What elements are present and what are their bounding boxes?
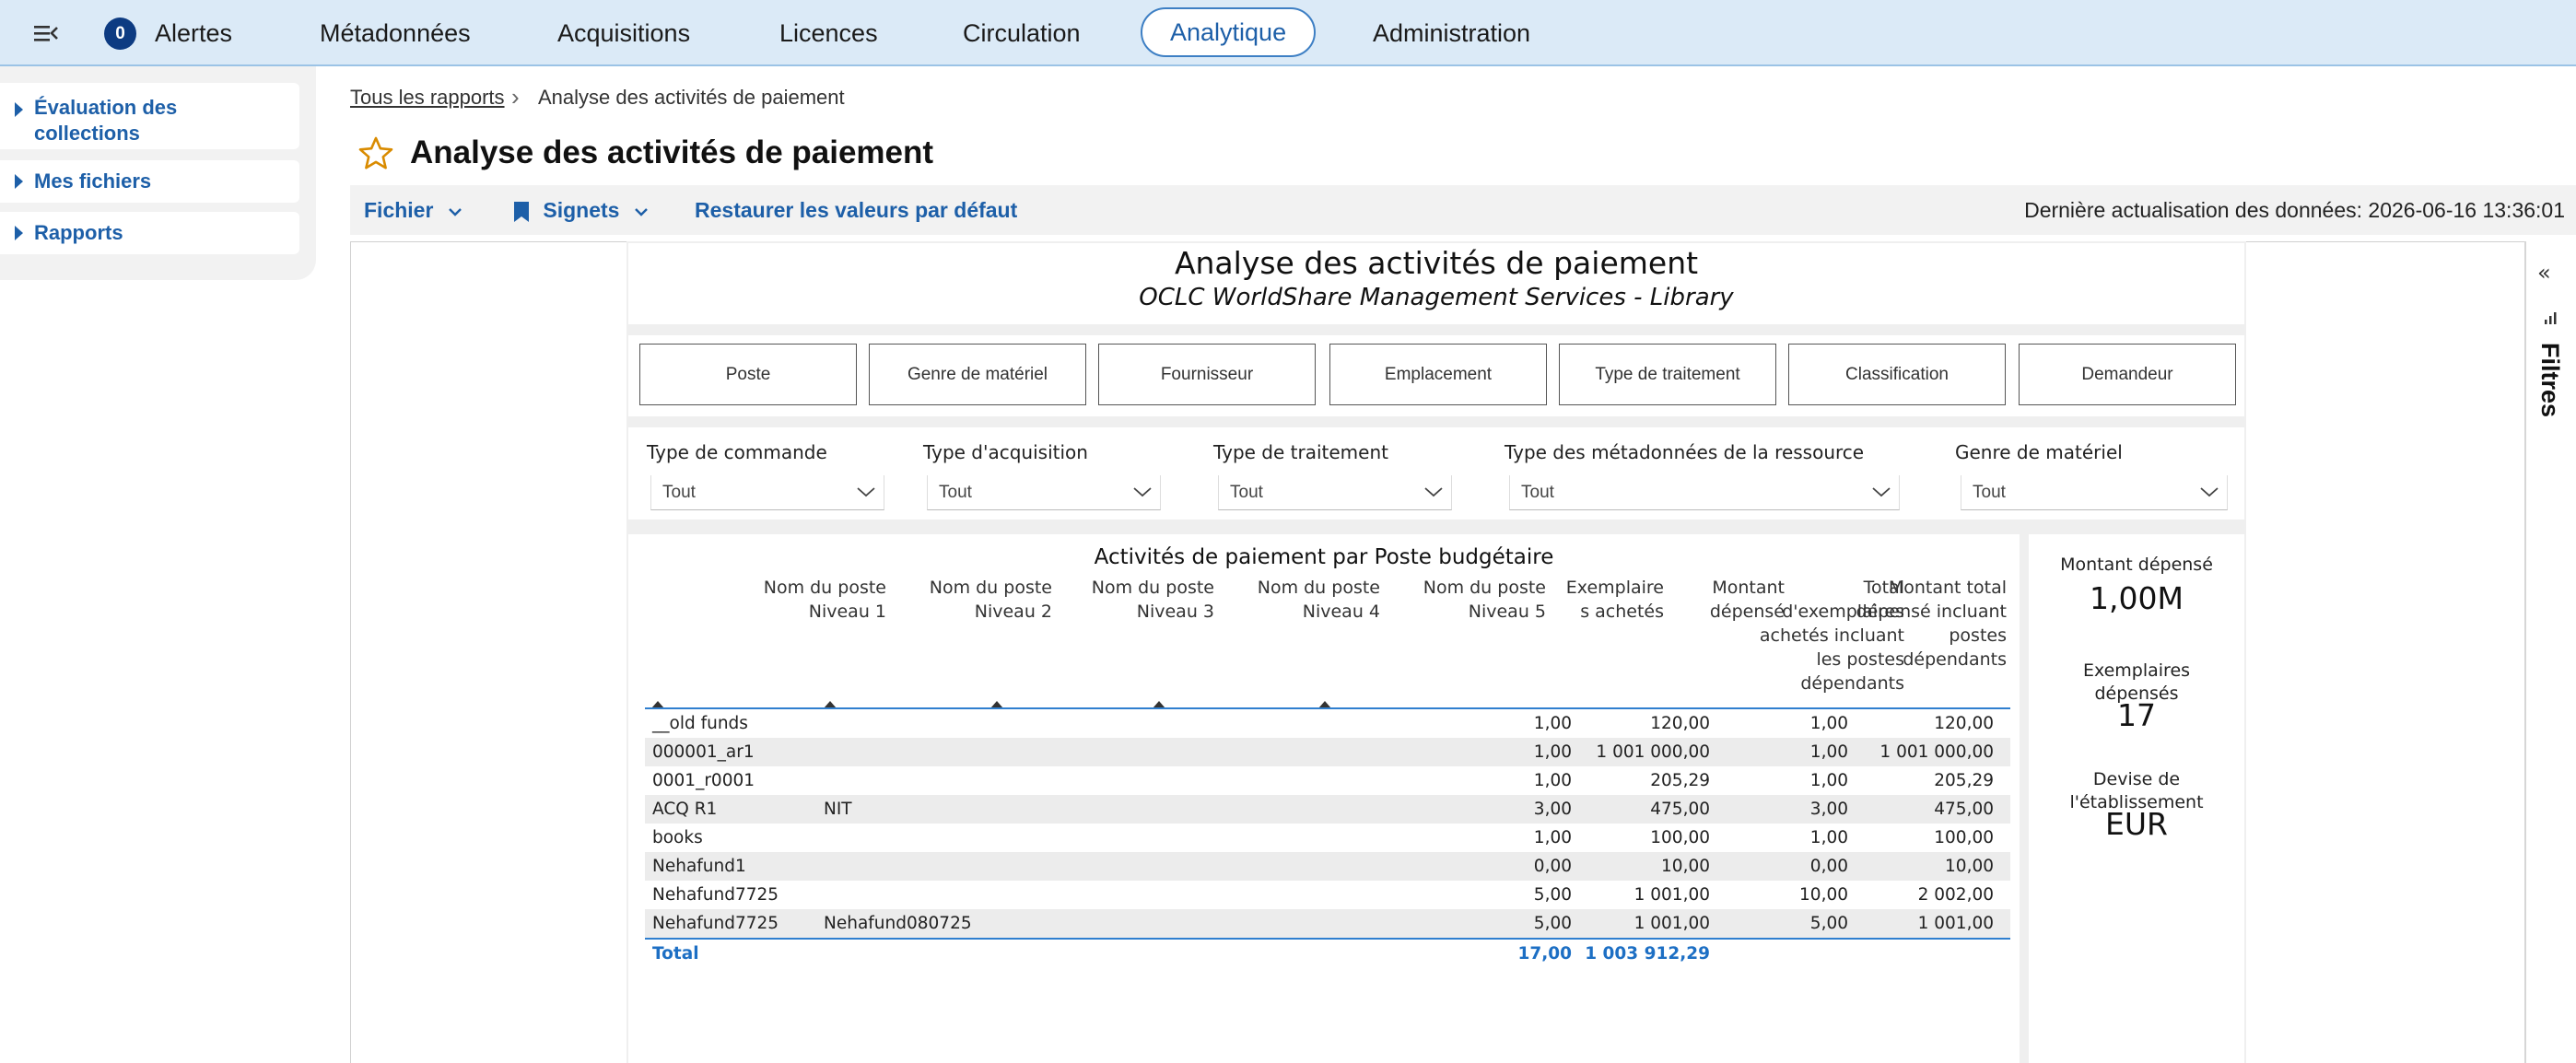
report-button-classification[interactable]: Classification — [1788, 344, 2006, 405]
bookmark-icon — [514, 201, 529, 222]
table-row[interactable]: __old funds 1,00 120,00 1,00 120,00 — [645, 709, 2010, 738]
dropdown-value: Tout — [1521, 483, 1554, 502]
page-title: Analyse des activités de paiement — [410, 134, 934, 170]
processing-type-dropdown[interactable]: Tout — [1218, 475, 1452, 510]
nav-administration[interactable]: Administration — [1373, 0, 1530, 66]
slicer-label: Genre de matériel — [1955, 441, 2123, 463]
slicer-panel: Type de commande Tout Type d'acquisition… — [628, 427, 2244, 520]
column-header-level-1[interactable]: Nom du poste Niveau 1 — [702, 576, 886, 624]
collapse-filters-icon[interactable]: « — [2537, 260, 2551, 286]
report-button-processing-type[interactable]: Type de traitement — [1559, 344, 1776, 405]
table-row[interactable]: ACQ R1 NIT 3,00 475,00 3,00 475,00 — [645, 795, 2010, 824]
dropdown-value: Tout — [939, 483, 972, 502]
report-button-location[interactable]: Emplacement — [1329, 344, 1547, 405]
sidebar-item-label: Mes fichiers — [34, 169, 152, 193]
caret-right-icon — [15, 102, 23, 117]
nav-metadata[interactable]: Métadonnées — [320, 0, 471, 66]
nav-circulation[interactable]: Circulation — [963, 0, 1081, 66]
bookmarks-label: Signets — [543, 198, 620, 222]
table-row[interactable]: Nehafund1 0,00 10,00 0,00 10,00 — [645, 852, 2010, 881]
payment-activity-table: Activités de paiement par Poste budgétai… — [628, 534, 2020, 1063]
nav-alerts[interactable]: Alertes — [155, 0, 232, 66]
caret-right-icon — [15, 174, 23, 189]
file-menu-button[interactable]: Fichier — [364, 185, 465, 235]
reset-defaults-button[interactable]: Restaurer les valeurs par défaut — [695, 185, 1017, 235]
table-row[interactable]: Nehafund7725 Nehafund080725 5,00 1 001,0… — [645, 909, 2010, 938]
last-update-text: Dernière actualisation des données: 2026… — [2024, 198, 2565, 222]
report-button-material-type[interactable]: Genre de matériel — [869, 344, 1086, 405]
slicer-label: Type de commande — [647, 441, 827, 463]
sidebar-item-collection-evaluation[interactable]: Évaluation des collections — [0, 83, 299, 149]
kpi-copies-value: 17 — [2117, 697, 2156, 733]
column-header-level-2[interactable]: Nom du poste Niveau 2 — [868, 576, 1052, 624]
sidebar-item-my-files[interactable]: Mes fichiers — [0, 160, 299, 203]
report-title: Analyse des activités de paiement — [1174, 245, 1699, 281]
report-subtitle: OCLC WorldShare Management Services - Li… — [1139, 284, 1734, 311]
alert-count-badge: 0 — [104, 18, 136, 50]
sidebar-item-reports[interactable]: Rapports — [0, 212, 299, 254]
kpi-amount-spent-label: Montant dépensé — [2060, 555, 2213, 575]
left-sidebar: Évaluation des collections Mes fichiers … — [0, 66, 316, 280]
column-header-level-4[interactable]: Nom du poste Niveau 4 — [1196, 576, 1380, 624]
breadcrumb-all-reports-link[interactable]: Tous les rapports — [350, 86, 505, 110]
breadcrumb-separator: › — [511, 83, 520, 111]
sidebar-item-label: Rapports — [34, 221, 123, 244]
kpi-currency-value: EUR — [2105, 806, 2168, 842]
table-row[interactable]: Nehafund7725 5,00 1 001,00 10,00 2 002,0… — [645, 881, 2010, 909]
report-toolbar: Fichier Signets Restaurer les valeurs pa… — [350, 185, 2576, 235]
dropdown-value: Tout — [1230, 483, 1263, 502]
chevron-down-icon — [857, 487, 875, 497]
slicer-label: Type d'acquisition — [923, 441, 1088, 463]
kpi-card: Montant dépensé 1,00M Exemplaires dépens… — [2029, 534, 2244, 1063]
file-menu-label: Fichier — [364, 198, 434, 222]
order-type-dropdown[interactable]: Tout — [650, 475, 884, 510]
report-title-card: Analyse des activités de paiement OCLC W… — [628, 243, 2244, 324]
column-header-total-amount[interactable]: Montant total dépensé incluant postes dépen… — [1844, 576, 2007, 672]
column-header-level-5[interactable]: Nom du poste Niveau 5 — [1362, 576, 1546, 624]
acquisition-type-dropdown[interactable]: Tout — [927, 475, 1161, 510]
menu-collapse-icon[interactable] — [31, 18, 61, 48]
table-row[interactable]: books 1,00 100,00 1,00 100,00 — [645, 824, 2010, 852]
chevron-down-icon — [635, 208, 648, 216]
chevron-down-icon — [2200, 487, 2219, 497]
slicer-label: Type de traitement — [1213, 441, 1388, 463]
report-button-poste[interactable]: Poste — [639, 344, 857, 405]
bookmarks-menu-button[interactable]: Signets — [511, 185, 651, 235]
sidebar-item-label: Évaluation des collections — [34, 96, 178, 145]
column-header-level-3[interactable]: Nom du poste Niveau 3 — [1030, 576, 1214, 624]
report-navigation-buttons: Poste Genre de matériel Fournisseur Empl… — [628, 335, 2244, 416]
resource-metadata-type-dropdown[interactable]: Tout — [1509, 475, 1900, 510]
material-type-dropdown[interactable]: Tout — [1961, 475, 2228, 510]
table-total-row: Total 17,00 1 003 912,29 — [652, 944, 1710, 964]
chevron-down-icon — [1424, 487, 1443, 497]
filter-icon — [2545, 312, 2557, 324]
nav-acquisitions[interactable]: Acquisitions — [557, 0, 690, 66]
caret-right-icon — [15, 226, 23, 240]
table-title: Activités de paiement par Poste budgétai… — [1094, 545, 1554, 569]
favorite-star-icon[interactable] — [357, 135, 394, 172]
report-button-requester[interactable]: Demandeur — [2019, 344, 2236, 405]
nav-analytics[interactable]: Analytique — [1141, 7, 1317, 57]
slicer-label: Type des métadonnées de la ressource — [1505, 441, 1865, 463]
chevron-down-icon — [1133, 487, 1152, 497]
table-row[interactable]: 0001_r0001 1,00 205,29 1,00 205,29 — [645, 766, 2010, 795]
top-navigation: 0 Alertes Métadonnées Acquisitions Licen… — [0, 0, 2576, 66]
dropdown-value: Tout — [662, 483, 696, 502]
table-row[interactable]: 000001_ar1 1,00 1 001 000,00 1,00 1 001 … — [645, 738, 2010, 766]
chevron-down-icon — [1872, 487, 1891, 497]
dropdown-value: Tout — [1973, 483, 2006, 502]
breadcrumb-current: Analyse des activités de paiement — [538, 86, 845, 109]
chevron-down-icon — [448, 208, 462, 216]
report-button-vendor[interactable]: Fournisseur — [1098, 344, 1316, 405]
nav-licenses[interactable]: Licences — [779, 0, 878, 66]
kpi-amount-spent-value: 1,00M — [2090, 580, 2184, 616]
filters-label[interactable]: Filtres — [2535, 343, 2564, 417]
